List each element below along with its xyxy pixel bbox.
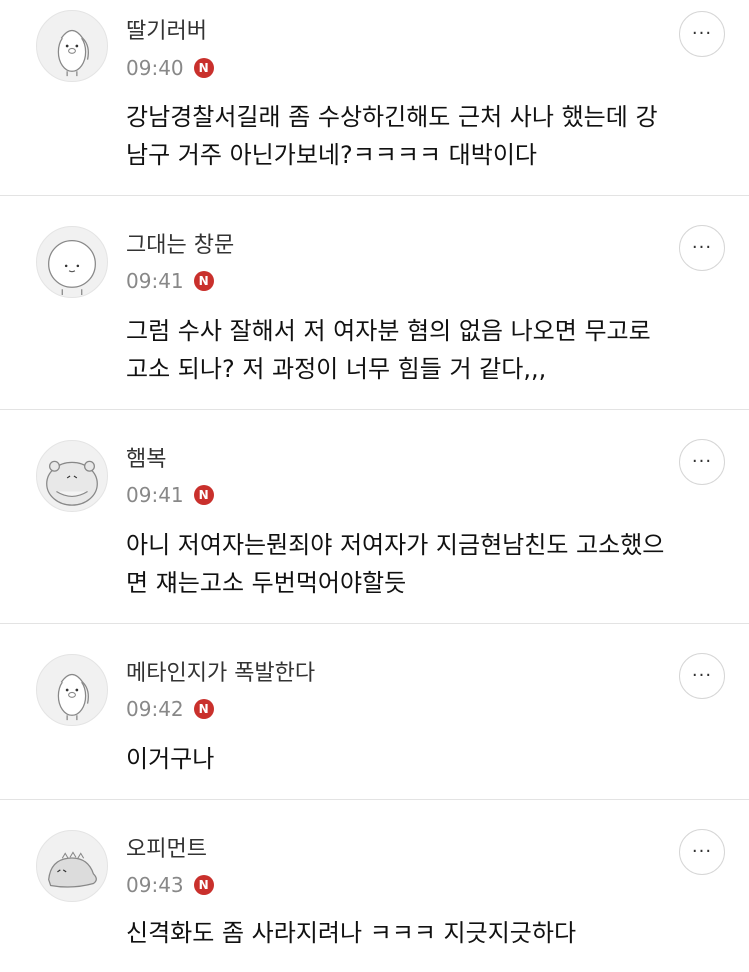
more-options-button[interactable]: ··· xyxy=(679,829,725,875)
comment-item: 오피먼트 09:43 N ··· 신격화도 좀 사라지려나 ㅋㅋㅋ 지긋지긋하다 xyxy=(0,800,749,972)
avatar[interactable] xyxy=(36,830,108,902)
comment-meta: 09:42 N xyxy=(126,696,214,722)
comment-item: 메타인지가 폭발한다 09:42 N ··· 이거구나 xyxy=(0,624,749,800)
more-dots-icon: ··· xyxy=(691,451,713,472)
comment-text: 신격화도 좀 사라지려나 ㅋㅋㅋ 지긋지긋하다 xyxy=(126,919,577,947)
duck-character-icon xyxy=(57,29,89,77)
comment-item: 햄복 09:41 N ··· 아니 저여자는뭔죄야 저여자가 지금현남친도 고소… xyxy=(0,410,749,624)
comment-nickname[interactable]: 그대는 창문 xyxy=(126,232,234,260)
round-face-character-icon xyxy=(48,239,96,296)
comment-meta: 09:43 N xyxy=(126,872,214,898)
more-dots-icon: ··· xyxy=(691,23,713,44)
comment-nickname[interactable]: 메타인지가 폭발한다 xyxy=(126,660,315,688)
hamster-character-icon xyxy=(46,460,98,506)
comment-time: 09:40 xyxy=(126,56,184,80)
comment-time: 09:41 xyxy=(126,269,184,293)
more-options-button[interactable]: ··· xyxy=(679,225,725,271)
avatar[interactable] xyxy=(36,10,108,82)
comment-nickname[interactable]: 햄복 xyxy=(126,446,166,474)
more-options-button[interactable]: ··· xyxy=(679,11,725,57)
new-badge: N xyxy=(193,485,214,505)
avatar[interactable] xyxy=(36,226,108,298)
comment-meta: 09:41 N xyxy=(126,482,214,508)
comment-nickname[interactable]: 오피먼트 xyxy=(126,836,207,864)
new-badge: N xyxy=(193,699,214,719)
duck-character-icon xyxy=(57,673,89,721)
avatar[interactable] xyxy=(36,654,108,726)
comment-time: 09:41 xyxy=(126,483,184,507)
comment-meta: 09:41 N xyxy=(126,268,214,294)
comment-time: 09:42 xyxy=(126,697,184,721)
new-badge: N xyxy=(193,271,214,291)
comment-item: 그대는 창문 09:41 N ··· 그럼 수사 잘해서 저 여자분 혐의 없음… xyxy=(0,196,749,410)
comment-text: 아니 저여자는뭔죄야 저여자가 지금현남친도 고소했으 면 쟤는고소 두번먹어야… xyxy=(126,531,665,597)
more-options-button[interactable]: ··· xyxy=(679,439,725,485)
new-badge: N xyxy=(193,58,214,78)
avatar[interactable] xyxy=(36,440,108,512)
comment-text: 이거구나 xyxy=(126,745,215,773)
dinosaur-character-icon xyxy=(48,851,97,888)
comment-item: 딸기러버 09:40 N ··· 강남경찰서길래 좀 수상하긴해도 근처 사나 … xyxy=(0,0,749,196)
more-dots-icon: ··· xyxy=(691,237,713,258)
new-badge: N xyxy=(193,875,214,895)
more-dots-icon: ··· xyxy=(691,665,713,686)
comment-time: 09:43 xyxy=(126,873,184,897)
comment-text: 그럼 수사 잘해서 저 여자분 혐의 없음 나오면 무고로 고소 되나? 저 과… xyxy=(126,317,651,383)
comment-list: 딸기러버 09:40 N ··· 강남경찰서길래 좀 수상하긴해도 근처 사나 … xyxy=(0,0,749,972)
comment-text: 강남경찰서길래 좀 수상하긴해도 근처 사나 했는데 강 남구 거주 아닌가보네… xyxy=(126,103,658,169)
more-dots-icon: ··· xyxy=(691,841,713,862)
comment-meta: 09:40 N xyxy=(126,55,214,81)
more-options-button[interactable]: ··· xyxy=(679,653,725,699)
comment-nickname[interactable]: 딸기러버 xyxy=(126,18,207,46)
